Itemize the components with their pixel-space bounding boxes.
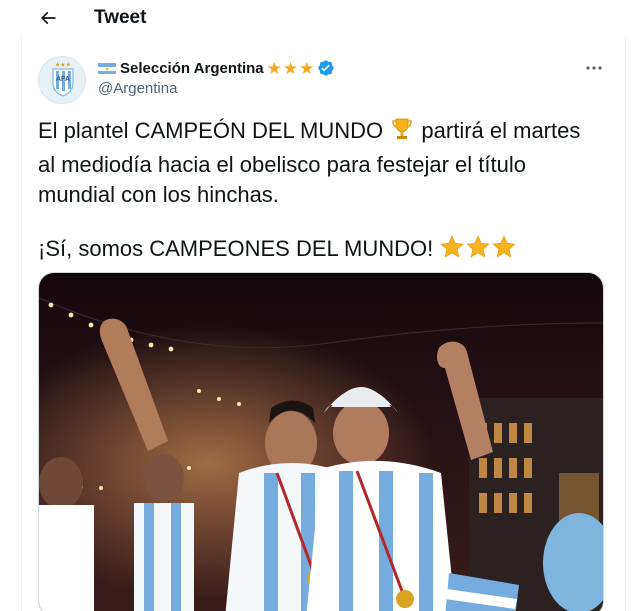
tweet-line: ¡Sí, somos CAMPEONES DEL MUNDO! bbox=[38, 234, 608, 268]
tweet-text: El plantel CAMPEÓN DEL MUNDO partirá el … bbox=[38, 116, 608, 268]
tweet-photo[interactable] bbox=[38, 272, 604, 611]
trophy-icon bbox=[389, 116, 415, 150]
star-icon bbox=[465, 234, 491, 268]
tweet-author: Selección Argentina ★ ★ ★ @Argentina bbox=[98, 58, 558, 100]
tweet-line: al mediodía hacia el obelisco para feste… bbox=[38, 152, 526, 177]
tweet-line: El plantel CAMPEÓN DEL MUNDO partirá el … bbox=[38, 116, 608, 150]
page-title: Tweet bbox=[94, 7, 147, 28]
more-options-icon bbox=[586, 66, 602, 70]
afa-crest-icon: AFA ★★★ bbox=[39, 57, 85, 103]
argentina-flag-icon bbox=[98, 62, 116, 74]
svg-text:★★★: ★★★ bbox=[55, 62, 71, 69]
star-icon: ★ bbox=[282, 58, 299, 78]
avatar[interactable]: AFA ★★★ bbox=[38, 56, 86, 104]
tweet-text-segment: partirá el martes bbox=[415, 118, 581, 143]
tweet-text-segment: ¡Sí, somos CAMPEONES DEL MUNDO! bbox=[38, 236, 434, 261]
author-name-row[interactable]: Selección Argentina ★ ★ ★ bbox=[98, 58, 558, 78]
author-handle: @Argentina bbox=[98, 80, 178, 97]
back-arrow-icon bbox=[40, 11, 56, 25]
star-icon bbox=[439, 234, 465, 268]
verified-badge-icon bbox=[317, 59, 335, 77]
tweet-text-segment: El plantel CAMPEÓN DEL MUNDO bbox=[38, 118, 384, 143]
celebration-photo bbox=[39, 273, 603, 611]
star-icon bbox=[491, 234, 517, 268]
more-options-button[interactable] bbox=[580, 60, 608, 76]
author-display-name: Selección Argentina bbox=[120, 59, 264, 77]
star-icon: ★ bbox=[299, 58, 315, 78]
back-button[interactable] bbox=[34, 4, 62, 32]
top-bar: Tweet bbox=[0, 0, 643, 36]
tweet-line: mundial con los hinchas. bbox=[38, 182, 279, 207]
svg-text:AFA: AFA bbox=[56, 76, 70, 83]
star-icon: ★ bbox=[266, 58, 282, 78]
